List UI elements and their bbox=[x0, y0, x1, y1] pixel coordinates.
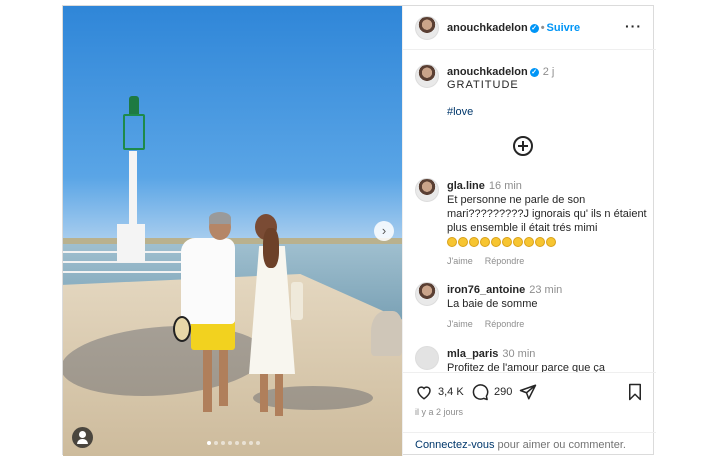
photo-shadow bbox=[253, 386, 373, 410]
emoji-row bbox=[447, 237, 647, 247]
post-panel: anouchkadelon ✓ • Suivre ··· anouchkadelon ✓… bbox=[402, 6, 656, 456]
heart-icon[interactable] bbox=[415, 383, 433, 401]
comment-username[interactable]: mla_paris bbox=[447, 348, 498, 360]
more-options-icon[interactable]: ··· bbox=[625, 18, 642, 34]
comment-text: Et personne ne parle de son mari????????… bbox=[447, 193, 647, 247]
woman-bag bbox=[291, 282, 303, 320]
comment-body: Profitez de l'amour parce que ça bbox=[447, 362, 606, 372]
lighthouse-lantern bbox=[123, 114, 145, 150]
emoji-icon bbox=[480, 237, 490, 247]
comments-count: 290 bbox=[494, 386, 513, 398]
comment-time: 23 min bbox=[529, 284, 563, 296]
verified-badge-icon: ✓ bbox=[529, 67, 539, 77]
lighthouse-top bbox=[129, 96, 139, 116]
caption-text: GRATITUDE bbox=[447, 79, 519, 91]
comment-body: Et personne ne parle de son mari????????… bbox=[447, 194, 647, 234]
emoji-icon bbox=[447, 237, 457, 247]
photo-rocks bbox=[371, 311, 402, 356]
avatar[interactable] bbox=[415, 178, 439, 202]
comment-username-line: iron76_antoine 23 min bbox=[447, 284, 562, 296]
woman-leg bbox=[260, 372, 268, 412]
man-leg bbox=[219, 348, 228, 406]
caption-username-line: anouchkadelon ✓ 2 j bbox=[447, 66, 554, 78]
avatar[interactable] bbox=[415, 64, 439, 88]
post-header: anouchkadelon ✓ • Suivre ··· bbox=[403, 6, 656, 50]
comment-username[interactable]: iron76_antoine bbox=[447, 284, 525, 296]
comment-time: 16 min bbox=[488, 180, 522, 192]
follow-button[interactable]: Suivre bbox=[547, 22, 581, 34]
carousel-dot bbox=[235, 441, 239, 445]
straw-hat bbox=[173, 316, 191, 342]
login-link[interactable]: Connectez-vous bbox=[415, 439, 495, 451]
avatar[interactable] bbox=[415, 282, 439, 306]
emoji-icon bbox=[524, 237, 534, 247]
man-hair bbox=[209, 212, 231, 224]
carousel-dot bbox=[249, 441, 253, 445]
comment-like-button[interactable]: J'aime bbox=[447, 319, 473, 329]
comment-actions: J'aime Répondre bbox=[447, 319, 524, 329]
login-prompt-text: pour aimer ou commenter. bbox=[494, 439, 626, 451]
caption-time: 2 j bbox=[542, 66, 555, 78]
carousel-dot bbox=[242, 441, 246, 445]
next-image-button[interactable]: › bbox=[374, 221, 394, 241]
avatar[interactable] bbox=[415, 16, 439, 40]
avatar[interactable] bbox=[415, 346, 439, 370]
carousel-dot bbox=[207, 441, 211, 445]
carousel-dot bbox=[214, 441, 218, 445]
emoji-icon bbox=[535, 237, 545, 247]
emoji-icon bbox=[469, 237, 479, 247]
comment-actions: J'aime Répondre bbox=[447, 256, 524, 266]
comment-like-button[interactable]: J'aime bbox=[447, 256, 473, 266]
carousel-dot bbox=[256, 441, 260, 445]
chevron-right-icon: › bbox=[381, 223, 387, 238]
username-link[interactable]: anouchkadelon bbox=[447, 66, 528, 78]
carousel-dot bbox=[228, 441, 232, 445]
carousel-dot bbox=[221, 441, 225, 445]
login-bar: Connectez-vous pour aimer ou commenter. bbox=[403, 432, 656, 456]
bookmark-icon[interactable] bbox=[627, 383, 643, 401]
comments-section[interactable]: anouchkadelon ✓ 2 j GRATITUDE #love gla.li… bbox=[403, 50, 656, 372]
man-shorts bbox=[191, 320, 235, 350]
login-prompt: Connectez-vous pour aimer ou commenter. bbox=[415, 439, 626, 451]
posted-time: il y a 2 jours bbox=[415, 407, 464, 417]
header-username-line: anouchkadelon ✓ • Suivre bbox=[447, 22, 580, 34]
woman-leg bbox=[275, 372, 283, 416]
username-link[interactable]: anouchkadelon bbox=[447, 22, 528, 34]
user-tag-icon[interactable] bbox=[72, 427, 93, 448]
emoji-icon bbox=[513, 237, 523, 247]
post-actions: 3,4 K 290 il y a 2 jours bbox=[403, 372, 656, 432]
post-photo[interactable]: › bbox=[63, 6, 402, 456]
comment-username-line: gla.line 16 min bbox=[447, 180, 522, 192]
comment-username[interactable]: gla.line bbox=[447, 180, 485, 192]
man-shirt bbox=[181, 238, 235, 324]
comment-reply-button[interactable]: Répondre bbox=[485, 256, 525, 266]
man-leg bbox=[203, 348, 212, 412]
emoji-icon bbox=[491, 237, 501, 247]
carousel-dots bbox=[207, 441, 260, 445]
hashtag-link[interactable]: #love bbox=[447, 106, 473, 118]
lighthouse-tower bbox=[129, 151, 137, 231]
emoji-icon bbox=[502, 237, 512, 247]
emoji-icon bbox=[546, 237, 556, 247]
comment-username-line: mla_paris 30 min bbox=[447, 348, 535, 360]
post-card: › anouchkadelon ✓ • Suivre ··· anouchkadelo… bbox=[62, 5, 656, 456]
comment-reply-button[interactable]: Répondre bbox=[485, 319, 525, 329]
verified-badge-icon: ✓ bbox=[529, 23, 539, 33]
plus-circle-icon[interactable] bbox=[513, 136, 533, 156]
emoji-icon bbox=[458, 237, 468, 247]
comment-bubble-icon[interactable] bbox=[471, 383, 489, 401]
comment-body: La baie de somme bbox=[447, 298, 538, 310]
likes-count: 3,4 K bbox=[438, 386, 464, 398]
woman-hair bbox=[263, 228, 279, 268]
comment-time: 30 min bbox=[502, 348, 536, 360]
paper-plane-icon[interactable] bbox=[519, 383, 537, 401]
separator: • bbox=[540, 22, 545, 34]
